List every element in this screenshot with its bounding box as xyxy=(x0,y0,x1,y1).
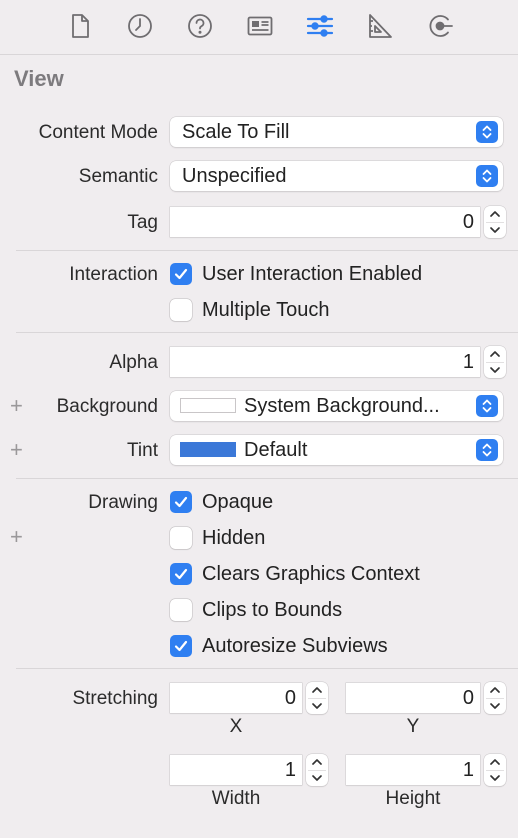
chevron-up-icon xyxy=(490,351,500,357)
ruler-icon[interactable] xyxy=(365,11,395,41)
stretching-width-value: 1 xyxy=(284,759,296,781)
divider xyxy=(16,668,518,669)
autoresize-subviews-checkbox[interactable] xyxy=(170,635,192,657)
multiple-touch-label: Multiple Touch xyxy=(202,299,330,321)
checkmark-icon xyxy=(174,268,188,280)
clock-icon[interactable] xyxy=(125,11,155,41)
clips-to-bounds-label: Clips to Bounds xyxy=(202,599,343,621)
chevron-down-icon xyxy=(490,775,500,781)
opaque-checkbox[interactable] xyxy=(170,491,192,513)
help-icon[interactable] xyxy=(185,11,215,41)
interaction-label: Interaction xyxy=(69,264,158,285)
clears-graphics-context-checkbox[interactable] xyxy=(170,563,192,585)
clears-graphics-context-label: Clears Graphics Context xyxy=(202,563,420,585)
chevron-down-icon xyxy=(490,227,500,233)
hidden-label: Hidden xyxy=(202,527,266,549)
stretching-height-field[interactable]: 1 xyxy=(346,755,480,785)
tag-field[interactable]: 0 xyxy=(170,207,480,237)
stretching-y-stepper[interactable] xyxy=(484,682,506,714)
sliders-icon[interactable] xyxy=(305,11,335,41)
section-title: View xyxy=(14,66,64,91)
content-mode-popup[interactable]: Scale To Fill xyxy=(170,117,503,147)
background-popup[interactable]: System Background... xyxy=(170,391,503,421)
drawing-label: Drawing xyxy=(88,492,158,513)
chevron-up-icon xyxy=(490,687,500,693)
background-color-swatch xyxy=(180,398,236,413)
checkmark-icon xyxy=(174,640,188,652)
stretching-height-label: Height xyxy=(385,788,441,809)
multiple-touch-checkbox[interactable] xyxy=(170,299,192,321)
alpha-label: Alpha xyxy=(109,352,158,373)
document-icon[interactable] xyxy=(65,11,95,41)
popup-arrows-icon xyxy=(476,439,498,461)
alpha-field[interactable]: 1 xyxy=(170,347,480,377)
checkmark-icon xyxy=(174,496,188,508)
stretching-y-label: Y xyxy=(406,716,420,737)
hidden-checkbox[interactable] xyxy=(170,527,192,549)
alpha-value: 1 xyxy=(462,351,474,373)
identity-card-icon[interactable] xyxy=(245,11,275,41)
stretching-y-field[interactable]: 0 xyxy=(346,683,480,713)
background-label: Background xyxy=(56,396,158,417)
popup-arrows-icon xyxy=(476,121,498,143)
divider xyxy=(16,332,518,333)
stretching-label: Stretching xyxy=(72,688,158,709)
add-variation-plus-icon[interactable]: + xyxy=(10,526,23,548)
tag-stepper[interactable] xyxy=(484,206,506,238)
stretching-height-value: 1 xyxy=(462,759,474,781)
chevron-up-icon xyxy=(312,759,322,765)
content-mode-value: Scale To Fill xyxy=(182,121,290,143)
inspector-toolbar xyxy=(0,0,518,54)
stretching-x-value: 0 xyxy=(284,687,296,709)
stretching-x-stepper[interactable] xyxy=(306,682,328,714)
connection-arrow-icon[interactable] xyxy=(425,11,455,41)
user-interaction-checkbox[interactable] xyxy=(170,263,192,285)
stretching-x-label: X xyxy=(229,716,243,737)
divider xyxy=(16,478,518,479)
stretching-x-field[interactable]: 0 xyxy=(170,683,302,713)
chevron-down-icon xyxy=(490,703,500,709)
autoresize-subviews-label: Autoresize Subviews xyxy=(202,635,388,657)
tag-value: 0 xyxy=(462,211,474,233)
semantic-label: Semantic xyxy=(78,166,158,187)
checkmark-icon xyxy=(174,568,188,580)
divider xyxy=(16,250,518,251)
tag-label: Tag xyxy=(127,212,158,233)
user-interaction-label: User Interaction Enabled xyxy=(202,263,423,285)
toolbar-divider xyxy=(0,54,518,55)
clips-to-bounds-checkbox[interactable] xyxy=(170,599,192,621)
chevron-down-icon xyxy=(490,367,500,373)
chevron-down-icon xyxy=(312,775,322,781)
tint-value: Default xyxy=(244,439,308,461)
popup-arrows-icon xyxy=(476,395,498,417)
chevron-up-icon xyxy=(490,211,500,217)
semantic-popup[interactable]: Unspecified xyxy=(170,161,503,191)
semantic-value: Unspecified xyxy=(182,165,287,187)
tint-label: Tint xyxy=(127,440,158,461)
chevron-down-icon xyxy=(312,703,322,709)
content-mode-label: Content Mode xyxy=(38,122,158,143)
popup-arrows-icon xyxy=(476,165,498,187)
chevron-up-icon xyxy=(490,759,500,765)
stretching-width-field[interactable]: 1 xyxy=(170,755,302,785)
stretching-width-label: Width xyxy=(211,788,261,809)
background-value: System Background... xyxy=(244,395,440,417)
stretching-width-stepper[interactable] xyxy=(306,754,328,786)
tint-color-swatch xyxy=(180,442,236,457)
chevron-up-icon xyxy=(312,687,322,693)
alpha-stepper[interactable] xyxy=(484,346,506,378)
opaque-label: Opaque xyxy=(202,491,274,513)
stretching-y-value: 0 xyxy=(462,687,474,709)
stretching-height-stepper[interactable] xyxy=(484,754,506,786)
tint-popup[interactable]: Default xyxy=(170,435,503,465)
